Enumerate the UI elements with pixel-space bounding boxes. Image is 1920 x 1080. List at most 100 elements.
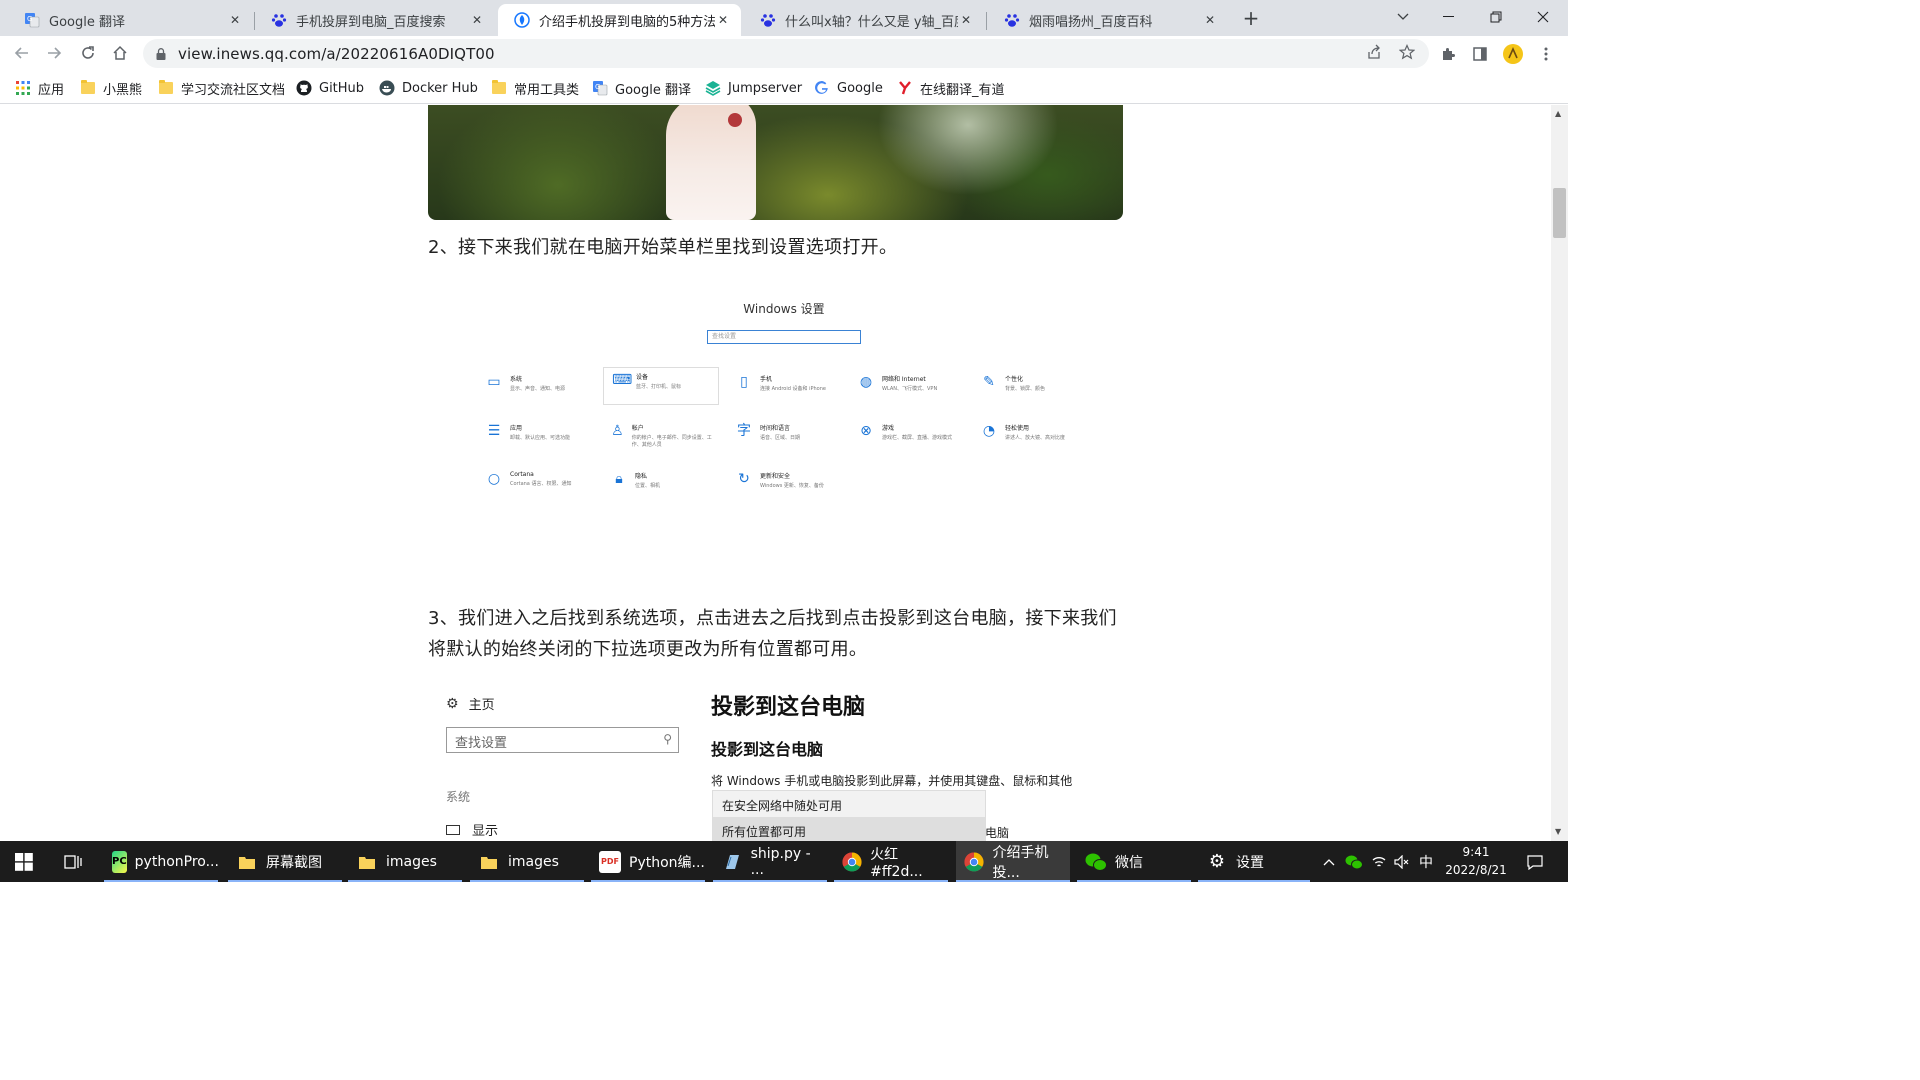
taskbar-app-images-2[interactable]: images	[470, 841, 584, 882]
taskbar-app-pdf[interactable]: PDF Python编...	[591, 841, 705, 882]
jumpserver-icon	[705, 80, 721, 96]
bookmark-folder-tools[interactable]: 常用工具类	[491, 78, 579, 98]
new-tab-button[interactable]: +	[1238, 5, 1264, 31]
bookmark-apps[interactable]: 应用	[15, 78, 64, 98]
forward-arrow-icon[interactable]	[41, 40, 67, 66]
taskbar-app-label: 屏幕截图	[266, 854, 322, 871]
taskbar-app-pycharm[interactable]: PC pythonPro...	[104, 841, 219, 882]
taskbar-app-images-1[interactable]: images	[348, 841, 462, 882]
article-photo	[428, 105, 1123, 220]
scroll-down-icon[interactable]: ▼	[1555, 827, 1561, 836]
bookmark-youdao[interactable]: 在线翻译_有道	[897, 78, 1005, 98]
tab-title: 介绍手机投屏到电脑的5种方法	[539, 14, 715, 30]
bookmark-google[interactable]: Google	[814, 78, 883, 98]
projection-trailing-text: 电脑	[985, 826, 1010, 840]
bookmark-label: Google 翻译	[615, 82, 691, 98]
bookmark-folder-xiaoheixiong[interactable]: 小黑熊	[80, 78, 142, 98]
tab-title: Google 翻译	[49, 14, 125, 30]
google-translate-icon: G	[592, 80, 608, 96]
extensions-puzzle-icon[interactable]	[1438, 44, 1458, 64]
side-panel-icon[interactable]	[1470, 44, 1490, 64]
tab-search-chevron-icon[interactable]	[1380, 0, 1426, 34]
wifi-icon[interactable]	[1368, 841, 1390, 882]
windows-settings-figure: Windows 设置 查找设置 ▭ 系统 显示、声音、通知、电源 ⌨ 设备 蓝牙、打…	[470, 290, 1080, 510]
ws-item-time-language: 字 时间和语言 语音、区域、日期	[728, 419, 844, 457]
ws-item-name: 设备	[636, 374, 649, 381]
editor-icon	[721, 851, 743, 873]
taskbar-app-label: 介绍手机投...	[992, 844, 1049, 881]
settings-home-link: ⚙ 主页	[446, 694, 495, 714]
wechat-icon	[1085, 851, 1107, 873]
svg-text:G: G	[27, 15, 32, 23]
taskbar-app-chrome-1[interactable]: 火红 #ff2d...	[834, 841, 948, 882]
bookmark-star-icon[interactable]	[1398, 43, 1416, 61]
scroll-up-icon[interactable]: ▲	[1555, 109, 1561, 118]
chrome-menu-icon[interactable]	[1536, 44, 1556, 64]
tray-overflow-chevron-icon[interactable]	[1318, 841, 1340, 882]
ws-item-gaming: ⊗ 游戏 游戏栏、截屏、直播、游戏模式	[850, 419, 966, 457]
tab-baidu-zhidao[interactable]: 什么叫x轴？什么又是 y轴_百度知 ✕	[744, 4, 984, 36]
page-scrollbar[interactable]: ▲ ▼	[1551, 105, 1568, 841]
bookmark-docker-hub[interactable]: Docker Hub	[379, 78, 478, 98]
profile-avatar[interactable]	[1503, 44, 1523, 64]
folder-icon	[478, 851, 500, 873]
back-arrow-icon[interactable]	[9, 40, 35, 66]
minimize-icon[interactable]	[1426, 0, 1472, 34]
ws-item-personalization: ✎ 个性化 背景、锁屏、颜色	[973, 370, 1089, 408]
home-icon[interactable]	[107, 40, 133, 66]
tab-google-translate[interactable]: G Google 翻译 ✕	[8, 4, 253, 36]
taskbar-app-chrome-2-active[interactable]: 介绍手机投...	[956, 841, 1070, 882]
dropdown-option: 在安全网络中随处可用	[722, 799, 843, 813]
address-bar[interactable]: view.inews.qq.com/a/20220616A0DIQT00	[143, 39, 1429, 68]
clock-date: 2022/8/21	[1445, 863, 1507, 877]
taskbar-app-label: 火红 #ff2d...	[870, 846, 923, 880]
close-window-icon[interactable]	[1520, 0, 1566, 34]
baidu-paw-icon	[1004, 12, 1020, 28]
bookmark-label: Docker Hub	[402, 80, 478, 96]
start-button[interactable]	[0, 841, 48, 882]
taskbar-app-settings[interactable]: ⚙ 设置	[1198, 841, 1310, 882]
lock-icon[interactable]	[156, 47, 168, 61]
chrome-icon	[964, 851, 984, 873]
phone-icon: ▯	[740, 374, 748, 390]
close-tab-icon[interactable]: ✕	[1202, 12, 1218, 28]
tab-baidu-search[interactable]: 手机投屏到电脑_百度搜索 ✕	[255, 4, 495, 36]
notification-center-icon[interactable]	[1520, 841, 1550, 882]
tab-qq-news-active[interactable]: 介绍手机投屏到电脑的5种方法 ✕	[498, 4, 741, 36]
docker-icon	[379, 80, 395, 96]
taskbar-app-label: 微信	[1115, 854, 1143, 871]
close-tab-icon[interactable]: ✕	[715, 12, 731, 28]
taskbar-app-editor[interactable]: ship.py - ...	[713, 841, 827, 882]
scrollbar-thumb[interactable]	[1553, 188, 1566, 238]
google-translate-icon: G	[24, 12, 40, 28]
taskbar-app-screenshots[interactable]: 屏幕截图	[228, 841, 342, 882]
monitor-icon	[446, 824, 460, 835]
restore-icon[interactable]	[1473, 0, 1519, 34]
ws-item-name: 游戏	[882, 425, 895, 432]
projection-dropdown: 在安全网络中随处可用 所有位置都可用	[712, 790, 986, 841]
taskbar-app-label: Python编...	[629, 854, 705, 871]
reload-icon[interactable]	[75, 40, 101, 66]
bookmark-folder-docs[interactable]: 学习交流社区文档	[158, 78, 285, 98]
ws-item-apps: ☰ 应用 卸载、默认应用、可选功能	[478, 419, 594, 457]
paint-icon: ✎	[983, 374, 995, 390]
bookmark-github[interactable]: GitHub	[296, 78, 364, 98]
system-clock[interactable]: 9:41 2022/8/21	[1440, 843, 1512, 879]
google-icon	[814, 80, 830, 96]
tab-baidu-baike[interactable]: 烟雨唱扬州_百度百科 ✕	[988, 4, 1228, 36]
bookmark-jumpserver[interactable]: Jumpserver	[705, 78, 802, 98]
taskbar-app-wechat[interactable]: 微信	[1077, 841, 1191, 882]
close-tab-icon[interactable]: ✕	[958, 12, 974, 28]
ws-item-desc: 显示、声音、通知、电源	[510, 386, 566, 392]
task-view-button[interactable]	[50, 841, 98, 882]
xbox-icon: ⊗	[860, 423, 872, 439]
tray-wechat-icon[interactable]	[1342, 841, 1366, 882]
share-icon[interactable]	[1365, 43, 1383, 61]
ws-item-desc: WLAN、飞行模式、VPN	[882, 386, 938, 392]
volume-muted-icon[interactable]	[1391, 841, 1413, 882]
ime-indicator[interactable]: 中	[1415, 841, 1437, 882]
bookmark-google-translate[interactable]: G Google 翻译	[592, 78, 691, 98]
close-tab-icon[interactable]: ✕	[469, 12, 485, 28]
close-tab-icon[interactable]: ✕	[227, 12, 243, 28]
display-nav-item: 显示	[446, 820, 498, 839]
